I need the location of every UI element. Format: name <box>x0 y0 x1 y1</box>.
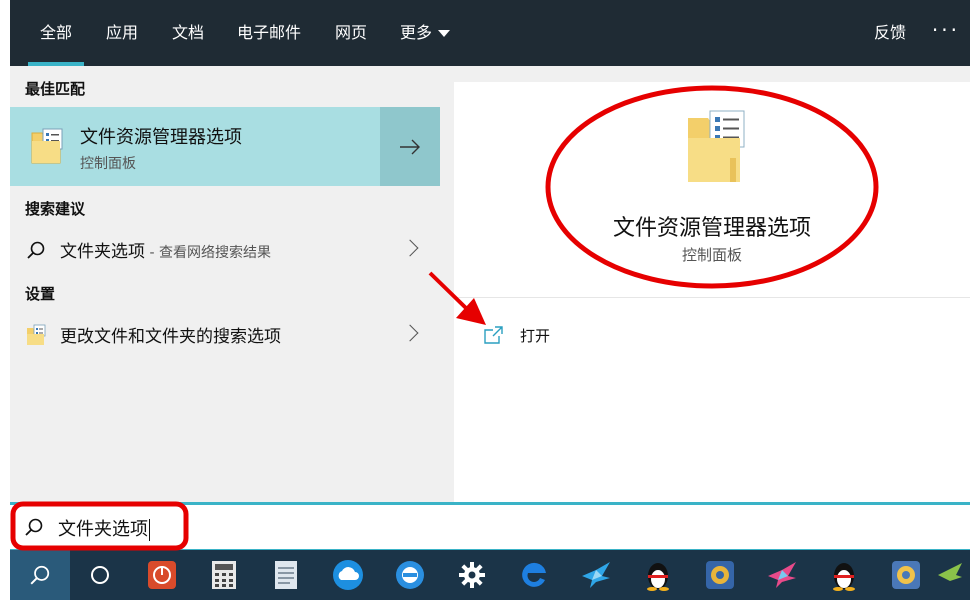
ie-browser-icon[interactable] <box>382 550 438 600</box>
arrow-right-icon <box>400 139 420 154</box>
open-external-icon <box>484 326 503 344</box>
chevron-right-icon <box>401 239 419 257</box>
suggestion-item[interactable]: 文件夹选项 - 查看网络搜索结果 <box>10 228 440 272</box>
feedback-button[interactable]: 反馈 <box>874 0 906 66</box>
bird-app-icon-2[interactable] <box>754 550 810 600</box>
suggestion-text: 文件夹选项 <box>60 242 145 262</box>
search-icon <box>25 518 43 536</box>
best-match-subtitle: 控制面板 <box>80 156 136 172</box>
best-match-item[interactable]: 文件资源管理器选项 控制面板 <box>10 107 380 186</box>
tab-documents[interactable]: 文档 <box>172 0 204 66</box>
folder-options-icon <box>31 128 63 164</box>
results-pane: 最佳匹配 文件资源管理器选项 控制面板 搜索建议 文件夹选项 - 查看网络搜索结… <box>10 66 440 502</box>
bird-app-icon[interactable] <box>568 550 624 600</box>
search-window: 全部 应用 文档 电子邮件 网页 更多 反馈 ··· 最佳匹配 文件资源管理器选… <box>10 0 970 600</box>
search-icon <box>27 241 45 259</box>
tab-all[interactable]: 全部 <box>27 0 85 66</box>
chevron-right-icon <box>401 324 419 342</box>
best-match-heading: 最佳匹配 <box>25 80 86 98</box>
search-bar[interactable]: 文件夹选项 <box>10 502 970 550</box>
notepad-icon[interactable] <box>258 550 314 600</box>
folder-options-small-icon <box>27 324 46 345</box>
top-nav: 全部 应用 文档 电子邮件 网页 更多 反馈 ··· <box>10 0 970 66</box>
detail-pane: 文件资源管理器选项 控制面板 打开 <box>454 82 970 502</box>
tab-email[interactable]: 电子邮件 <box>237 0 301 66</box>
calculator-icon[interactable] <box>196 550 252 600</box>
qq-penguin-icon[interactable] <box>630 550 686 600</box>
tab-more-label: 更多 <box>400 23 433 42</box>
more-app-icon[interactable] <box>930 550 970 600</box>
open-action[interactable]: 打开 <box>484 322 550 348</box>
suggestion-label: 文件夹选项 - 查看网络搜索结果 <box>60 237 271 262</box>
search-icon <box>30 565 50 585</box>
tab-apps[interactable]: 应用 <box>106 0 138 66</box>
task-view-icon[interactable] <box>72 550 128 600</box>
folder-options-large-icon <box>688 110 745 182</box>
detail-title: 文件资源管理器选项 <box>612 216 811 241</box>
open-label: 打开 <box>520 326 551 345</box>
edge-browser-icon[interactable] <box>506 550 562 600</box>
suggestion-hint: - 查看网络搜索结果 <box>145 245 271 261</box>
search-suggestions-heading: 搜索建议 <box>25 200 86 218</box>
more-options-button[interactable]: ··· <box>932 0 960 66</box>
search-input-text: 文件夹选项 <box>58 519 148 540</box>
detail-subtitle: 控制面板 <box>681 246 742 264</box>
power-app-icon[interactable] <box>134 550 190 600</box>
best-match-open-button[interactable] <box>380 107 440 186</box>
setting-item[interactable]: 更改文件和文件夹的搜索选项 <box>10 313 440 357</box>
setting-label: 更改文件和文件夹的搜索选项 <box>60 327 281 347</box>
qq-penguin-icon-2[interactable] <box>816 550 872 600</box>
search-input[interactable]: 文件夹选项 <box>58 515 150 541</box>
media-app-icon[interactable] <box>692 550 748 600</box>
taskbar <box>10 550 970 600</box>
cloud-app-icon[interactable] <box>320 550 376 600</box>
media-app-icon-2[interactable] <box>878 550 934 600</box>
text-cursor <box>149 519 150 541</box>
tab-more[interactable]: 更多 <box>400 0 451 66</box>
divider <box>454 297 970 298</box>
tab-web[interactable]: 网页 <box>335 0 367 66</box>
settings-heading: 设置 <box>25 285 56 303</box>
settings-gear-icon[interactable] <box>444 550 500 600</box>
best-match-title: 文件资源管理器选项 <box>80 127 242 148</box>
taskbar-search-button[interactable] <box>10 550 70 600</box>
chevron-down-icon <box>438 30 451 37</box>
